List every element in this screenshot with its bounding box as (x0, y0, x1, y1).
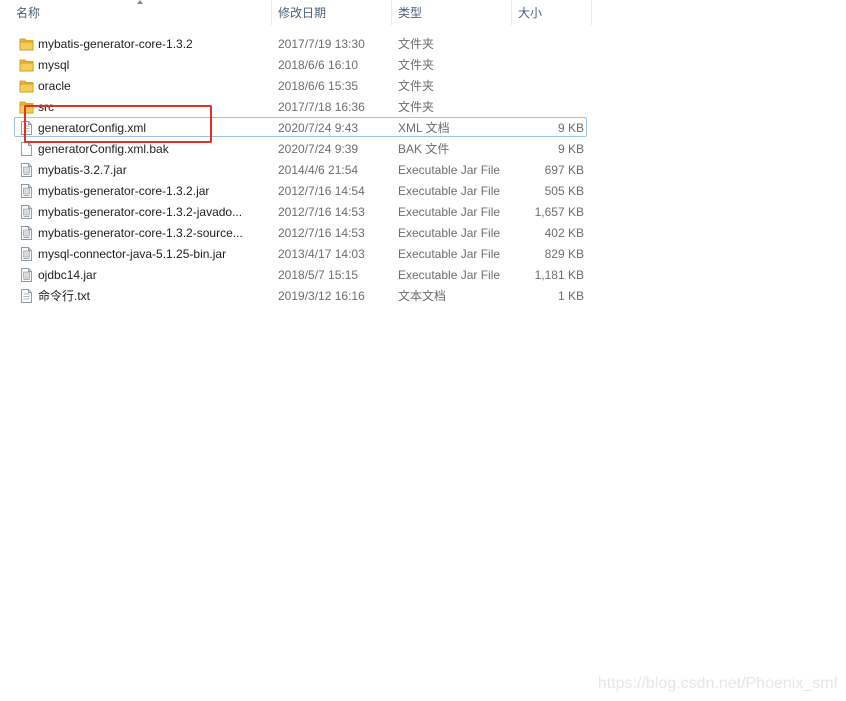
file-size: 829 KB (544, 247, 584, 261)
jar-file-icon (19, 225, 34, 241)
file-date-modified: 2018/6/6 16:10 (278, 58, 359, 72)
file-date-modified: 2017/7/18 16:36 (278, 100, 365, 114)
jar-file-icon (19, 183, 34, 199)
file-row[interactable]: mybatis-3.2.7.jar 2014/4/6 21:54 Executabl… (14, 159, 587, 179)
sort-ascending-icon (137, 0, 143, 4)
file-row[interactable]: 命令行.txt 2019/3/12 16:16 文本文档 1 KB (14, 285, 587, 305)
file-type: Executable Jar File (398, 163, 501, 177)
file-type: Executable Jar File (398, 226, 501, 240)
file-size (515, 97, 584, 117)
file-type: Executable Jar File (398, 184, 501, 198)
file-row[interactable]: mybatis-generator-core-1.3.2-source... 20… (14, 222, 587, 242)
file-name: 命令行.txt (38, 289, 91, 303)
file-date-modified: 2013/4/17 14:03 (278, 247, 365, 261)
file-date-modified: 2020/7/24 9:43 (278, 121, 359, 135)
file-date-modified: 2012/7/16 14:54 (278, 184, 365, 198)
file-size: 697 KB (544, 163, 584, 177)
file-date-modified: 2018/6/6 15:35 (278, 79, 359, 93)
file-date-modified: 2020/7/24 9:39 (278, 142, 359, 156)
file-type: 文件夹 (398, 79, 435, 93)
file-size: 1,181 KB (534, 268, 584, 282)
file-type: 文件夹 (398, 58, 435, 72)
file-size (515, 76, 584, 96)
file-name: mysql (38, 58, 70, 72)
file-name: mybatis-3.2.7.jar (38, 163, 127, 177)
file-name: oracle (38, 79, 71, 93)
file-row[interactable]: mybatis-generator-core-1.3.2 2017/7/19 13… (14, 33, 587, 53)
annotation-highlight-box (24, 105, 212, 143)
file-row[interactable]: mysql-connector-java-5.1.25-bin.jar 2013/… (14, 243, 587, 263)
file-type: BAK 文件 (398, 142, 450, 156)
file-size: 402 KB (544, 226, 584, 240)
file-name: mybatis-generator-core-1.3.2 (38, 37, 193, 51)
jar-file-icon (19, 246, 34, 262)
file-date-modified: 2019/3/12 16:16 (278, 289, 365, 303)
watermark: https://blog.csdn.net/Phoenix_smf (597, 675, 838, 692)
file-size: 9 KB (557, 121, 584, 135)
file-size: 1 KB (557, 289, 584, 303)
column-header-date[interactable]: 修改日期 (272, 0, 392, 25)
file-row[interactable]: mybatis-generator-core-1.3.2-javado... 20… (14, 201, 587, 221)
file-row[interactable]: oracle 2018/6/6 15:35 文件夹 (14, 75, 587, 95)
column-header-type[interactable]: 类型 (392, 0, 512, 25)
folder-icon (19, 78, 34, 94)
file-type: 文件夹 (398, 37, 435, 51)
jar-file-icon (19, 267, 34, 283)
column-header-size[interactable]: 大小 (512, 0, 592, 25)
file-row[interactable]: mysql 2018/6/6 16:10 文件夹 (14, 54, 587, 74)
folder-icon (19, 57, 34, 73)
blank-file-icon (19, 141, 34, 157)
column-header-bar: 名称 修改日期 类型 大小 (0, 0, 592, 25)
file-date-modified: 2012/7/16 14:53 (278, 226, 365, 240)
file-type: Executable Jar File (398, 268, 501, 282)
text-file-icon (19, 288, 34, 304)
file-name: mybatis-generator-core-1.3.2-javado... (38, 205, 243, 219)
file-date-modified: 2012/7/16 14:53 (278, 205, 365, 219)
file-name: ojdbc14.jar (38, 268, 97, 282)
file-name: mybatis-generator-core-1.3.2.jar (38, 184, 210, 198)
folder-icon (19, 36, 34, 52)
file-row[interactable]: ojdbc14.jar 2018/5/7 15:15 Executable Jar … (14, 264, 587, 284)
file-date-modified: 2014/4/6 21:54 (278, 163, 359, 177)
file-type: 文本文档 (398, 289, 447, 303)
file-size (515, 55, 584, 75)
file-type: Executable Jar File (398, 247, 501, 261)
file-size: 9 KB (557, 142, 584, 156)
file-type: 文件夹 (398, 100, 435, 114)
file-date-modified: 2018/5/7 15:15 (278, 268, 359, 282)
file-size: 505 KB (544, 184, 584, 198)
file-type: XML 文档 (398, 121, 450, 135)
file-name: mybatis-generator-core-1.3.2-source... (38, 226, 243, 240)
file-size (515, 34, 584, 54)
file-type: Executable Jar File (398, 205, 501, 219)
file-name: mysql-connector-java-5.1.25-bin.jar (38, 247, 227, 261)
file-row[interactable]: mybatis-generator-core-1.3.2.jar 2012/7/1… (14, 180, 587, 200)
file-size: 1,657 KB (534, 205, 584, 219)
file-date-modified: 2017/7/19 13:30 (278, 37, 365, 51)
jar-file-icon (19, 204, 34, 220)
jar-file-icon (19, 162, 34, 178)
